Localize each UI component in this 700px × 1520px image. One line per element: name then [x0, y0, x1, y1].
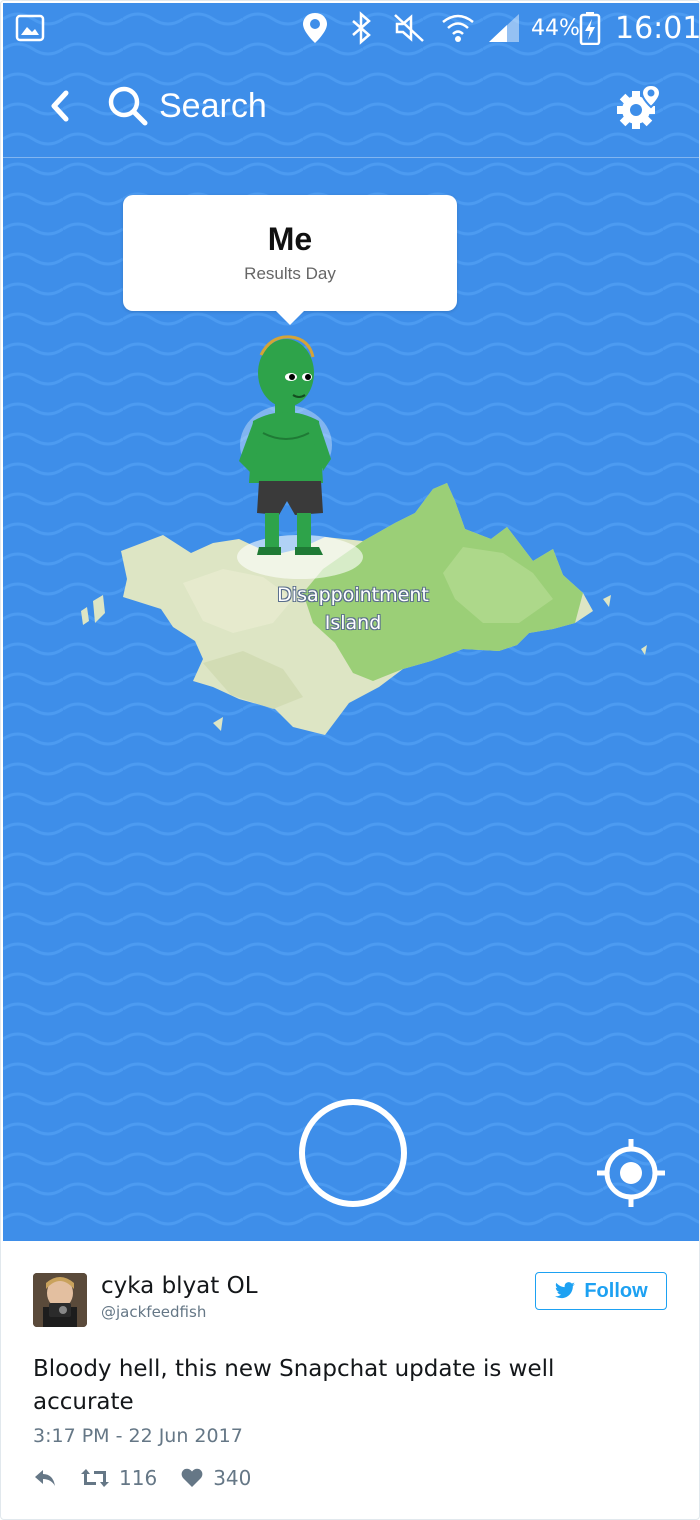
settings-icon — [617, 83, 662, 129]
battery-charging-icon — [579, 11, 601, 45]
back-button[interactable] — [33, 79, 87, 133]
reply-button[interactable] — [33, 1468, 57, 1488]
twitter-bird-icon — [555, 1282, 576, 1299]
island-label: Disappointment Island — [243, 581, 463, 637]
island-label-line-2: Island — [324, 612, 382, 634]
recenter-button[interactable] — [595, 1137, 667, 1209]
signal-icon — [487, 11, 521, 45]
user-handle[interactable]: @jackfeedfish — [101, 1303, 206, 1321]
island-label-line-1: Disappointment — [277, 584, 429, 606]
location-pin-icon — [301, 11, 329, 45]
tweet-card: Me Results Day Disappointment Island 44%… — [0, 0, 700, 1520]
status-bar: 44% 16:01 — [3, 3, 699, 53]
bubble-name: Me — [267, 221, 313, 257]
follow-label: Follow — [584, 1279, 648, 1302]
like-count: 340 — [213, 1466, 252, 1490]
retweet-icon — [81, 1469, 109, 1487]
bubble-status: Results Day — [244, 264, 336, 283]
retweet-button[interactable]: 116 — [81, 1466, 157, 1490]
battery-percent: 44% — [531, 15, 580, 41]
search-icon — [108, 86, 148, 126]
tweet-actions: 116 340 — [33, 1463, 275, 1493]
heart-icon — [181, 1468, 203, 1487]
bubble-tail — [274, 309, 306, 325]
snap-map-screenshot: Me Results Day Disappointment Island 44%… — [3, 3, 699, 1241]
map-header: Search — [3, 55, 699, 158]
avatar[interactable] — [33, 1273, 87, 1327]
follow-button[interactable]: Follow — [535, 1272, 667, 1310]
capture-button[interactable] — [299, 1099, 407, 1207]
crosshair-icon — [597, 1139, 665, 1207]
back-icon — [51, 90, 69, 122]
settings-button[interactable] — [611, 77, 669, 135]
reply-icon — [35, 1470, 55, 1486]
user-bubble[interactable]: Me Results Day — [123, 195, 457, 311]
tweet-timestamp[interactable]: 3:17 PM - 22 Jun 2017 — [33, 1425, 243, 1447]
mute-icon — [393, 11, 425, 45]
tweet-content: cyka blyat OL @jackfeedfish Follow Blood… — [1, 1241, 699, 1519]
bitmoji-avatar[interactable] — [231, 333, 341, 563]
wifi-icon — [441, 11, 475, 45]
tweet-text: Bloody hell, this new Snapchat update is… — [33, 1356, 555, 1415]
bluetooth-icon — [349, 11, 373, 45]
clock: 16:01 — [615, 10, 699, 46]
gallery-icon — [15, 11, 45, 45]
search-label: Search — [159, 86, 267, 125]
like-button[interactable]: 340 — [181, 1466, 251, 1490]
retweet-count: 116 — [119, 1466, 158, 1490]
user-display-name[interactable]: cyka blyat OL — [101, 1273, 258, 1299]
search-button[interactable]: Search — [107, 77, 267, 135]
